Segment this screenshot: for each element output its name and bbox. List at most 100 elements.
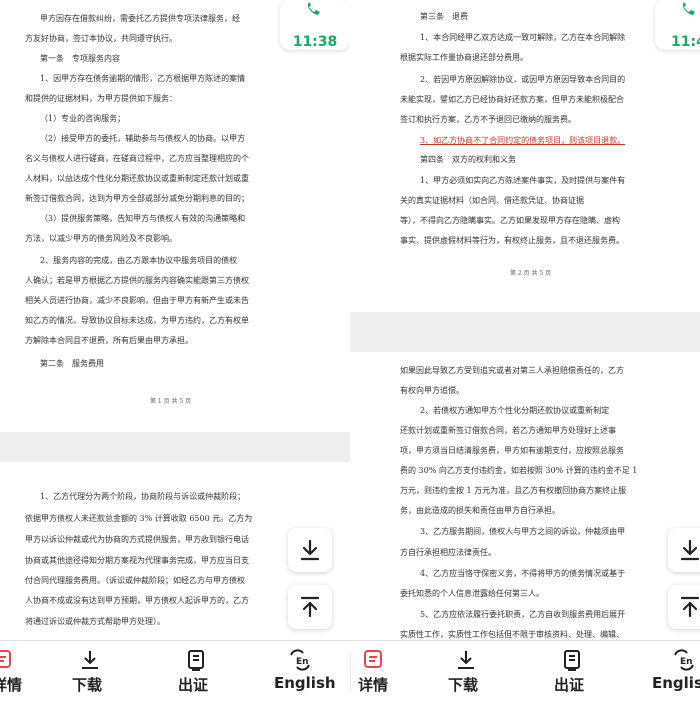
- download-icon: [458, 651, 474, 669]
- certificate-icon: [188, 650, 204, 671]
- text-line: 付合同代理服务费用。（诉讼或仲裁阶段；如经乙方与甲方债权: [25, 576, 245, 585]
- scroll-to-bottom-icon: [300, 539, 320, 561]
- details-button-label: 详情: [358, 676, 389, 694]
- text-line: 委托知悉的个人信息泄露给任何第三人。: [400, 589, 544, 598]
- text-line: 3、乙方服务期间，债权人与甲方之间的诉讼，仲裁须由甲: [420, 527, 626, 536]
- text-line: 2、服务内容的完成，由乙方跟本协议中服务项目的债权: [40, 256, 238, 265]
- certificate-button[interactable]: 出证: [176, 641, 216, 701]
- text-line: 将通过诉讼或仲裁方式帮助甲方处理）。: [25, 617, 165, 626]
- scroll-to-top-icon: [680, 596, 700, 618]
- text-line: 相关人员进行协商，减少不良影响，但由于甲方有新产生或未告: [25, 296, 249, 305]
- text-line: 关的真实证据材料（如合同、借还款凭证、协商证据: [400, 196, 584, 205]
- details-icon: [0, 650, 11, 668]
- text-line: 甲方以诉讼仲裁或代为协商的方式提供服务，甲方收到银行电话: [25, 535, 249, 544]
- text-line: 依据甲方债权人未还款总金额的 3% 计算收取 6500 元。乙方为: [25, 514, 253, 523]
- text-line: 知乙方的情况，导致协议目标未达成，为甲方违约，乙方有权单: [25, 316, 249, 325]
- details-button[interactable]: 详情: [356, 641, 396, 701]
- text-line: 1、甲方必须如实向乙方陈述案件事实，及时提供与案件有: [420, 176, 626, 185]
- english-button[interactable]: En English: [648, 641, 700, 701]
- text-line: 人材料，以益达成个性化分期还款协议或重新制定还款计划或重: [25, 174, 249, 183]
- download-button-label: 下载: [448, 676, 479, 694]
- text-line: （3）提供服务策略，告知甲方与债权人有效的沟通策略和: [40, 214, 246, 223]
- details-icon: [364, 650, 382, 668]
- divider: [350, 651, 351, 691]
- text-line: 2、若因甲方原因解除协议，或因甲方原因导致本合同目的: [420, 75, 626, 84]
- certificate-icon: [564, 650, 580, 671]
- text-line: 方解除本合同且不退费，所有后果由甲方承担。: [25, 336, 193, 345]
- text-line: 还款计划或重新签订借款合同，若乙方通知甲方处理好上述事: [400, 426, 616, 435]
- text-line: 有权向甲方追偿。: [400, 386, 464, 395]
- phone-icon: [682, 2, 695, 15]
- section-heading: 第四条 双方的权利和义务: [420, 155, 516, 164]
- text-line: 甲方因存在借款纠纷，需委托乙方提供专项法律服务，经: [40, 14, 240, 23]
- text-line: 项，甲方须当日结清服务费，甲方如有逾期支付，应按照总服务: [400, 446, 624, 455]
- text-line: 实质性工作，实质性工作包括但不限于审核资料、处理、编辑、: [400, 630, 624, 639]
- details-button-label: 详情: [0, 676, 23, 694]
- document-page-3: 如果因此导致乙方受到追究或者对第三人承担赔偿责任的，乙方 有权向甲方追偿。 2、…: [350, 352, 700, 640]
- right-document-pane[interactable]: 第三条 退费 1、本合同经甲乙双方达成一致可解除，乙方在本合同解除 根据实际工作…: [350, 0, 700, 640]
- left-document-pane[interactable]: 甲方因存在借款纠纷，需委托乙方提供专项法律服务，经 方友好协商，签订本协议，共同…: [0, 0, 350, 640]
- document-page-1: 甲方因存在借款纠纷，需委托乙方提供专项法律服务，经 方友好协商，签订本协议，共同…: [0, 0, 350, 432]
- phone-icon: [307, 2, 320, 15]
- text-line: 协商或其他途径得知分期方案视为代理事务完成，甲方应当日支: [25, 556, 249, 565]
- translate-icon: En: [290, 649, 310, 671]
- download-icon: [82, 651, 98, 669]
- english-button[interactable]: En English: [270, 641, 350, 701]
- details-button[interactable]: 详情: [0, 641, 30, 701]
- text-line: 事实、提供虚假材料等行为，有权终止服务，且不退还服务费。: [400, 236, 624, 245]
- text-line: 5、乙方应依法履行委托职责，乙方自收到服务费用后展开: [420, 610, 626, 619]
- highlighted-text: 3、如乙方协商不了合同约定的债务项目，则该项目退款。: [420, 136, 626, 145]
- call-timer[interactable]: 11:38: [280, 0, 350, 50]
- scroll-to-bottom-button[interactable]: [288, 528, 332, 572]
- highlighted-text-line: 3、如乙方协商不了合同约定的债务项目，则该项目退款。: [420, 136, 625, 146]
- call-timer-text: 11:4: [671, 34, 700, 50]
- download-button[interactable]: 下载: [70, 641, 110, 701]
- text-line: 费的 30% 向乙方支付违约金，如若按照 30% 计算的违约金不足 1: [400, 466, 638, 475]
- scroll-to-bottom-icon: [680, 539, 700, 561]
- text-line: 人确认；若是甲方根据乙方提供的服务内容确实能跟第三方债权: [25, 276, 249, 285]
- text-line: 新签订借款合同，达到为甲方全部或部分减免分期利息的目的；: [25, 194, 249, 203]
- section-heading: 第三条 退费: [420, 12, 468, 21]
- text-line: 人协商不成或没有达到甲方预期，甲方债权人起诉甲方的，乙方: [25, 596, 249, 605]
- document-page-2: 第三条 退费 1、本合同经甲乙双方达成一致可解除，乙方在本合同解除 根据实际工作…: [350, 0, 700, 312]
- text-line: 2、若债权方通知甲方个性化分期还款协议或重新制定: [420, 406, 610, 415]
- text-line: 方友好协商，签订本协议，共同遵守执行。: [25, 34, 177, 43]
- page-number: 第 1 页 共 5 页: [150, 398, 192, 405]
- text-line: 1、乙方代理分为两个阶段，协商阶段与诉讼或仲裁阶段；: [40, 492, 246, 501]
- scroll-to-top-icon: [300, 596, 320, 618]
- download-button-label: 下载: [72, 676, 103, 694]
- certificate-button[interactable]: 出证: [552, 641, 592, 701]
- section-heading: 第一条 专项服务内容: [40, 54, 120, 63]
- scroll-to-top-button[interactable]: [288, 585, 332, 629]
- text-line: 和提供的证据材料，为甲方提供如下服务：: [25, 94, 177, 103]
- text-line: 等），不得向乙方隐瞒事实。乙方如果发现甲方存在隐瞒、虚构: [400, 216, 620, 225]
- text-line: 方法，以减少甲方的债务风险及不良影响。: [25, 234, 177, 243]
- text-line: 1、因甲方存在债务逾期的情形，乙方根据甲方陈述的案情: [40, 74, 246, 83]
- svg-text:En: En: [296, 657, 309, 667]
- certificate-button-label: 出证: [178, 676, 209, 694]
- translate-icon: En: [674, 649, 694, 671]
- english-button-label: English: [652, 674, 700, 692]
- text-line: 方自行承担相应法律责任。: [400, 548, 496, 557]
- call-timer[interactable]: 11:4: [655, 0, 700, 50]
- call-timer-text: 11:38: [292, 34, 338, 50]
- bottom-action-bar: 详情 下载 出证 En English 详情 下载 出证 En English: [0, 640, 700, 701]
- text-line: （2）接受甲方的委托，辅助参与与债权人的协商。以甲方: [40, 134, 246, 143]
- text-line: 万元，则违约金按 1 万元为准，且乙方有权撤回协商方案终止服: [400, 486, 627, 495]
- text-line: 1、本合同经甲乙双方达成一致可解除，乙方在本合同解除: [420, 33, 626, 42]
- text-line: 未能实现，譬如乙方已经协商好还款方案，但甲方未能积极配合: [400, 95, 624, 104]
- text-line: （1）专业的咨询服务；: [40, 114, 126, 123]
- download-button[interactable]: 下载: [446, 641, 486, 701]
- text-line: 如果因此导致乙方受到追究或者对第三人承担赔偿责任的，乙方: [400, 366, 624, 375]
- english-button-label: English: [274, 674, 336, 692]
- text-line: 4、乙方应当恪守保密义务，不得将甲方的债务情况或基于: [420, 569, 626, 578]
- text-line: 根据实际工作量协商退还部分费用。: [400, 53, 528, 62]
- scroll-to-top-button[interactable]: [668, 585, 700, 629]
- page-number: 第 2 页 共 5 页: [510, 270, 552, 277]
- text-line: 务，由此造成的损失和责任由甲方自行承担。: [400, 506, 560, 515]
- scroll-to-bottom-button[interactable]: [668, 528, 700, 572]
- svg-text:En: En: [680, 657, 693, 667]
- text-line: 签订和执行方案，乙方不予退回已缴纳的服务费。: [400, 115, 576, 124]
- section-heading: 第二条 服务费用: [40, 359, 104, 368]
- text-line: 名义与债权人进行磋商，在磋商过程中，乙方应当整理相应的个: [25, 154, 249, 163]
